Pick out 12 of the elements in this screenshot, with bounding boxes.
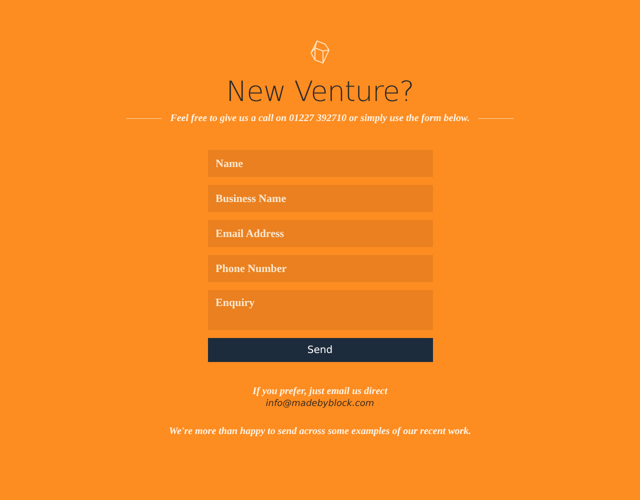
footer-note: We're more than happy to send across some examples of our recent work. (168, 426, 472, 437)
input-field[interactable]: Name (208, 150, 432, 177)
email-link[interactable]: info@madebyblock.com (266, 399, 374, 409)
input-field[interactable]: Email Address (208, 220, 432, 247)
email-prompt: If you prefer, just email us direct (252, 386, 388, 397)
tagline: Feel free to give us a call on 01227 392710 or simply use the form below. (170, 113, 470, 124)
gem-icon (309, 39, 331, 65)
enquiry-field[interactable]: Enquiry (208, 290, 432, 330)
page-title: New Venture? (226, 75, 414, 109)
send-button[interactable]: Send (208, 338, 432, 362)
input-field[interactable]: Business Name (208, 185, 432, 212)
input-field[interactable]: Phone Number (208, 255, 432, 282)
